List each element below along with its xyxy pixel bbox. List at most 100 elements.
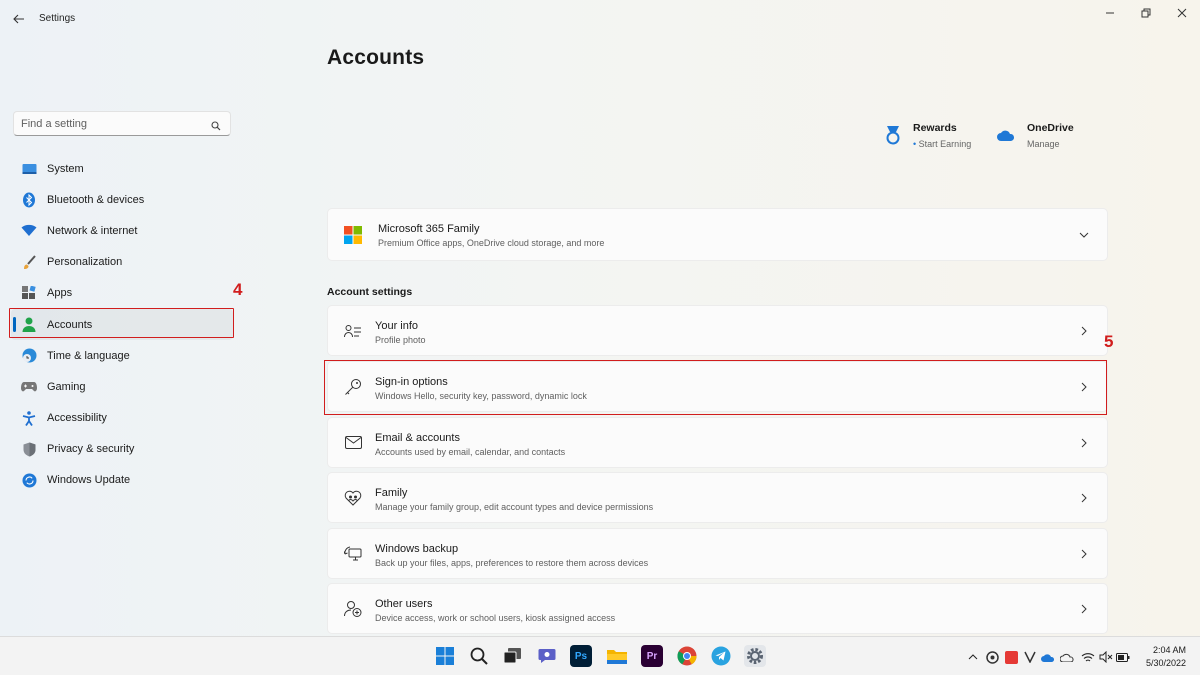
- sidebar-item-label: System: [47, 162, 84, 175]
- task-view-icon[interactable]: [502, 645, 524, 667]
- monitor-icon: [21, 161, 37, 177]
- your-info-subtitle: Profile photo: [375, 335, 426, 345]
- family-card[interactable]: Family Manage your family group, edit ac…: [327, 472, 1108, 523]
- search-box[interactable]: [13, 111, 231, 136]
- chat-icon[interactable]: [536, 645, 558, 667]
- sidebar-item-accounts[interactable]: Accounts: [11, 308, 233, 341]
- onedrive-cloud-icon: [997, 128, 1015, 149]
- sidebar-item-network[interactable]: Network & internet: [11, 215, 233, 246]
- tray-red-app-icon[interactable]: [1004, 650, 1018, 664]
- chevron-right-icon: [1079, 438, 1089, 448]
- chevron-right-icon: [1079, 326, 1089, 336]
- section-title: Account settings: [327, 286, 413, 298]
- sidebar-item-accessibility[interactable]: Accessibility: [11, 403, 233, 434]
- chevron-right-icon: [1079, 604, 1089, 614]
- tray-onedrive-icon[interactable]: [1041, 650, 1055, 664]
- clock-time: 2:04 AM: [1152, 645, 1186, 655]
- backup-icon: [344, 545, 362, 563]
- email-accounts-title: Email & accounts: [375, 432, 460, 444]
- minimize-button[interactable]: [1096, 4, 1124, 22]
- apps-icon: [21, 285, 37, 301]
- chevron-right-icon: [1079, 382, 1089, 392]
- mail-icon: [344, 434, 362, 452]
- sidebar-item-gaming[interactable]: Gaming: [11, 371, 233, 402]
- file-explorer-icon[interactable]: [606, 645, 628, 667]
- sidebar-item-bluetooth[interactable]: Bluetooth & devices: [11, 184, 233, 215]
- onedrive-title: OneDrive: [1027, 122, 1074, 134]
- sidebar-item-privacy[interactable]: Privacy & security: [11, 434, 233, 465]
- close-button[interactable]: [1168, 4, 1196, 22]
- windows-backup-title: Windows backup: [375, 543, 459, 555]
- sidebar-item-windows-update[interactable]: Windows Update: [11, 465, 233, 496]
- tray-v-icon[interactable]: [1023, 650, 1037, 664]
- minimize-icon: [1106, 12, 1114, 14]
- windows-start-icon[interactable]: [434, 645, 456, 667]
- chrome-icon[interactable]: [676, 645, 698, 667]
- sidebar-item-label: Personalization: [47, 256, 123, 269]
- battery-icon[interactable]: [1116, 650, 1130, 664]
- restore-button[interactable]: [1132, 4, 1160, 22]
- sidebar-item-time-language[interactable]: Time & language: [11, 340, 233, 371]
- sidebar-item-label: Bluetooth & devices: [47, 193, 145, 206]
- premiere-icon[interactable]: Pr: [641, 645, 663, 667]
- other-users-card[interactable]: Other users Device access, work or schoo…: [327, 583, 1108, 634]
- volume-muted-icon[interactable]: [1099, 650, 1113, 664]
- rewards-link[interactable]: Rewards • Start Earning: [885, 122, 971, 151]
- sidebar-item-label: Windows Update: [47, 474, 131, 487]
- sidebar-item-system[interactable]: System: [11, 153, 233, 184]
- search-icon[interactable]: [468, 645, 490, 667]
- sidebar-item-personalization[interactable]: Personalization: [11, 247, 233, 278]
- close-icon: [1177, 8, 1187, 18]
- title-bar: Settings: [0, 0, 1200, 38]
- your-info-title: Your info: [375, 320, 419, 332]
- heart-people-icon: [344, 489, 362, 507]
- rewards-subtitle: • Start Earning: [913, 139, 971, 149]
- globe-clock-icon: [21, 348, 37, 364]
- photoshop-icon[interactable]: Ps: [570, 645, 592, 667]
- app-title: Settings: [39, 13, 76, 24]
- microsoft-logo-icon: [344, 225, 362, 244]
- wifi-icon: [21, 223, 37, 239]
- rewards-medal-icon: [885, 126, 901, 151]
- sign-in-options-card[interactable]: Sign-in options Windows Hello, security …: [327, 361, 1108, 412]
- sidebar-item-label: Apps: [47, 287, 73, 300]
- email-accounts-card[interactable]: Email & accounts Accounts used by email,…: [327, 417, 1108, 468]
- sidebar-item-apps[interactable]: Apps: [11, 278, 233, 309]
- bluetooth-icon: [21, 192, 37, 208]
- rewards-subtitle-text: Start Earning: [918, 139, 972, 149]
- bullet-dot: •: [913, 139, 917, 149]
- chevron-down-icon[interactable]: [1079, 230, 1089, 240]
- sidebar-item-label: Accessibility: [47, 412, 107, 425]
- tray-app-icon[interactable]: [985, 650, 999, 664]
- back-arrow-icon: [13, 14, 24, 24]
- settings-gear-icon[interactable]: [744, 645, 766, 667]
- family-title: Family: [375, 487, 408, 499]
- active-indicator: [13, 316, 16, 332]
- system-clock[interactable]: 2:04 AM 5/30/2022: [1146, 644, 1186, 670]
- onedrive-link[interactable]: OneDrive Manage: [997, 122, 1074, 149]
- restore-icon: [1141, 8, 1151, 18]
- sign-in-options-subtitle: Windows Hello, security key, password, d…: [375, 391, 587, 401]
- chevron-right-icon: [1079, 493, 1089, 503]
- taskbar: Ps Pr 2:04 AM 5/30/2022: [0, 636, 1200, 675]
- shield-icon: [21, 441, 37, 457]
- tray-cloud-icon[interactable]: [1060, 650, 1074, 664]
- m365-subtitle: Premium Office apps, OneDrive cloud stor…: [378, 238, 605, 248]
- search-input[interactable]: [21, 116, 206, 132]
- m365-card[interactable]: Microsoft 365 Family Premium Office apps…: [327, 208, 1108, 261]
- sidebar-item-label: Network & internet: [47, 224, 138, 237]
- wifi-status-icon[interactable]: [1081, 650, 1095, 664]
- onedrive-subtitle: Manage: [1027, 139, 1060, 149]
- m365-title: Microsoft 365 Family: [378, 223, 480, 235]
- back-button[interactable]: [8, 8, 30, 30]
- chevron-up-icon[interactable]: [966, 650, 980, 664]
- your-info-card[interactable]: Your info Profile photo: [327, 305, 1108, 356]
- windows-backup-card[interactable]: Windows backup Back up your files, apps,…: [327, 528, 1108, 579]
- rewards-title: Rewards: [913, 122, 957, 134]
- telegram-icon[interactable]: [710, 645, 732, 667]
- clock-date: 5/30/2022: [1145, 658, 1186, 668]
- email-accounts-subtitle: Accounts used by email, calendar, and co…: [375, 447, 566, 457]
- add-user-icon: [344, 600, 362, 618]
- sidebar-item-label: Accounts: [47, 318, 93, 331]
- step-number-4: 4: [233, 280, 243, 299]
